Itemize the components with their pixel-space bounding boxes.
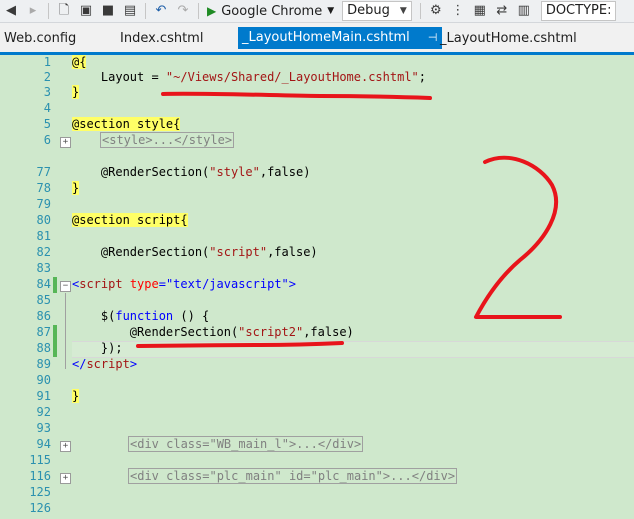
toolbar-separator bbox=[48, 3, 49, 19]
tab-label: _LayoutHomeMain.cshtml bbox=[242, 30, 410, 45]
toolbar-separator bbox=[145, 3, 146, 19]
pin-icon[interactable]: ⊣ bbox=[428, 31, 438, 44]
handwritten-number-2 bbox=[474, 155, 562, 320]
run-target-label: Google Chrome bbox=[221, 3, 323, 19]
redo-icon[interactable]: ↷ bbox=[175, 3, 191, 19]
save-all-icon[interactable]: ▤ bbox=[122, 3, 138, 19]
document-tabs: Web.config Index.cshtml _LayoutHomeMain.… bbox=[0, 23, 634, 55]
format-icon[interactable]: ▥ bbox=[516, 3, 532, 19]
config-label: Debug bbox=[347, 3, 390, 18]
bookmark-icon[interactable]: ⋮ bbox=[450, 3, 466, 19]
comment-icon[interactable]: ▦ bbox=[472, 3, 488, 19]
toolbar-separator bbox=[198, 3, 199, 19]
back-icon[interactable]: ◀ bbox=[3, 3, 19, 19]
tab-web-config[interactable]: Web.config bbox=[4, 29, 76, 49]
chevron-down-icon: ▼ bbox=[399, 6, 407, 16]
new-project-icon[interactable]: 🗋 bbox=[56, 3, 72, 19]
open-icon[interactable]: ▣ bbox=[78, 3, 94, 19]
uncomment-icon[interactable]: ⇄ bbox=[494, 3, 510, 19]
underline-rendersection-scribble bbox=[136, 341, 344, 348]
attach-icon[interactable]: ⚙ bbox=[428, 3, 444, 19]
code-editor[interactable]: 1 2 3 4 5 6 77 78 79 80 81 82 83 84 85 8… bbox=[0, 55, 634, 519]
tab-layout-home[interactable]: _LayoutHome.cshtml bbox=[440, 29, 577, 49]
config-select[interactable]: Debug ▼ bbox=[342, 1, 412, 21]
tab-index-cshtml[interactable]: Index.cshtml bbox=[120, 29, 203, 49]
tab-layout-home-main[interactable]: _LayoutHomeMain.cshtml ⊣ × bbox=[238, 27, 463, 49]
toolbar: ◀ ▸ 🗋 ▣ ■ ▤ ↶ ↷ ▶ Google Chrome ▼ Debug … bbox=[0, 0, 634, 23]
toolbar-separator bbox=[419, 3, 421, 19]
save-icon[interactable]: ■ bbox=[100, 3, 116, 19]
run-icon: ▶ bbox=[207, 4, 217, 18]
undo-icon[interactable]: ↶ bbox=[153, 3, 169, 19]
forward-icon[interactable]: ▸ bbox=[25, 3, 41, 19]
red-annotation-scribbles bbox=[136, 91, 562, 348]
chevron-down-icon[interactable]: ▼ bbox=[327, 6, 334, 16]
run-button[interactable]: ▶ Google Chrome ▼ bbox=[207, 4, 334, 19]
underline-layout-scribble bbox=[161, 91, 432, 100]
doctype-select[interactable]: DOCTYPE: bbox=[540, 1, 617, 21]
